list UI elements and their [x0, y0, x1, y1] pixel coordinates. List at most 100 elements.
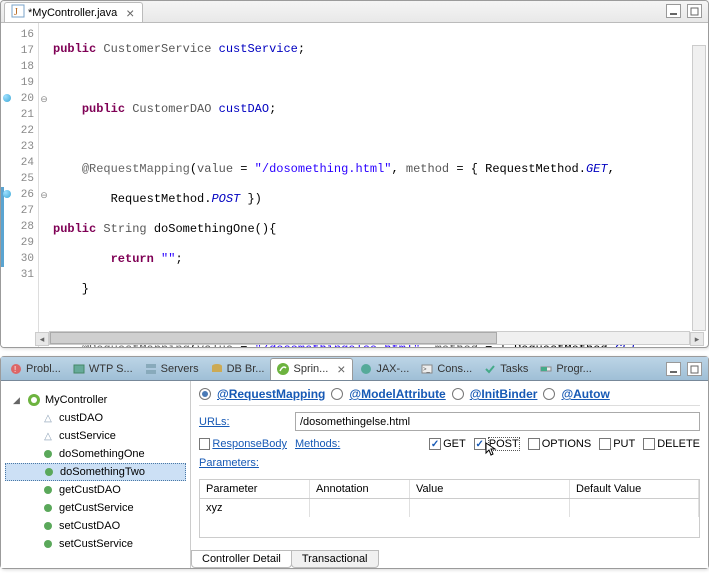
- radio-modelattribute[interactable]: [331, 388, 343, 400]
- tree-item-setcustdao[interactable]: setCustDAO: [5, 517, 186, 535]
- tree-root-label: MyController: [45, 394, 107, 406]
- spring-view-body: ◢ MyController △custDAO △custService doS…: [1, 381, 708, 568]
- jax-icon: [359, 362, 373, 376]
- database-icon: [210, 362, 224, 376]
- get-checkbox[interactable]: [429, 438, 441, 450]
- vertical-scrollbar[interactable]: [692, 45, 706, 331]
- java-file-icon: J: [11, 4, 25, 21]
- tree-item-getcustservice[interactable]: getCustService: [5, 499, 186, 517]
- line-number: 28: [1, 219, 38, 235]
- maximize-button[interactable]: [687, 4, 702, 18]
- options-checkbox[interactable]: [528, 438, 540, 450]
- subtab-transactional[interactable]: Transactional: [291, 550, 379, 568]
- tab-db-browser[interactable]: DB Br...: [205, 358, 270, 380]
- wtp-icon: [72, 362, 86, 376]
- link-autowired[interactable]: @Autow: [561, 387, 609, 401]
- method-icon: [41, 447, 55, 461]
- fold-handle[interactable]: ⊖: [39, 187, 49, 203]
- tree-item-getcustdao[interactable]: getCustDAO: [5, 481, 186, 499]
- line-number: 30: [1, 251, 38, 267]
- responsebody-label[interactable]: ResponseBody: [212, 438, 287, 450]
- radio-autowired[interactable]: [543, 388, 555, 400]
- horizontal-scrollbar[interactable]: ◂ ▸: [49, 331, 690, 345]
- maximize-button[interactable]: [687, 362, 702, 376]
- annotation-selector: @RequestMapping @ModelAttribute @InitBin…: [199, 387, 700, 406]
- detail-subtabs: Controller Detail Transactional: [191, 550, 378, 568]
- editor-tab-title: *MyController.java: [28, 7, 117, 19]
- method-icon: [42, 465, 56, 479]
- link-initbinder[interactable]: @InitBinder: [470, 387, 538, 401]
- link-modelattribute[interactable]: @ModelAttribute: [349, 387, 445, 401]
- controller-detail: @RequestMapping @ModelAttribute @InitBin…: [191, 381, 708, 568]
- expand-icon[interactable]: ◢: [13, 395, 23, 406]
- col-annotation[interactable]: Annotation: [310, 480, 410, 498]
- tab-console[interactable]: >_Cons...: [415, 358, 477, 380]
- progress-icon: [539, 362, 553, 376]
- tree-item-setcustservice[interactable]: setCustService: [5, 535, 186, 553]
- servers-icon: [144, 362, 158, 376]
- fold-handle[interactable]: ⊖: [39, 91, 49, 107]
- line-number: 20: [1, 91, 38, 107]
- panel-controls: [666, 362, 702, 376]
- responsebody-checkbox[interactable]: [199, 438, 210, 450]
- urls-input[interactable]: [295, 412, 700, 431]
- editor-tab[interactable]: J *MyController.java ×: [4, 2, 143, 22]
- methods-label[interactable]: Methods:: [295, 438, 340, 450]
- views-tab-bar: !Probl... WTP S... Servers DB Br... Spri…: [1, 357, 708, 381]
- fold-column: ⊖ ⊖: [39, 23, 49, 347]
- field-icon: △: [41, 411, 55, 425]
- col-default[interactable]: Default Value: [570, 480, 699, 498]
- put-checkbox[interactable]: [599, 438, 611, 450]
- line-number: 31: [1, 267, 38, 283]
- tree-item-custdao[interactable]: △custDAO: [5, 409, 186, 427]
- tab-problems[interactable]: !Probl...: [4, 358, 66, 380]
- table-row[interactable]: [200, 517, 699, 537]
- radio-initbinder[interactable]: [452, 388, 464, 400]
- editor-panel: J *MyController.java × 16 17 18 19 20 21…: [0, 0, 709, 348]
- method-icon: [41, 519, 55, 533]
- tab-servers[interactable]: Servers: [139, 358, 204, 380]
- tab-jax[interactable]: JAX-...: [354, 358, 414, 380]
- line-number: 23: [1, 139, 38, 155]
- tab-wtp[interactable]: WTP S...: [67, 358, 138, 380]
- delete-checkbox[interactable]: [643, 438, 655, 450]
- field-icon: △: [41, 429, 55, 443]
- line-number: 19: [1, 75, 38, 91]
- scroll-left-icon[interactable]: ◂: [35, 332, 49, 346]
- spring-icon: [276, 362, 290, 376]
- close-icon[interactable]: ×: [335, 363, 347, 375]
- tab-tasks[interactable]: Tasks: [478, 358, 533, 380]
- table-row[interactable]: xyz: [200, 499, 699, 517]
- editor-body: 16 17 18 19 20 21 22 23 24 25 26 27 28 2…: [1, 23, 708, 347]
- tab-progress[interactable]: Progr...: [534, 358, 596, 380]
- tree-root[interactable]: ◢ MyController: [5, 391, 186, 409]
- tree-item-dosomethingone[interactable]: doSomethingOne: [5, 445, 186, 463]
- scroll-thumb[interactable]: [50, 332, 497, 344]
- parameters-label[interactable]: Parameters:: [199, 457, 287, 469]
- link-requestmapping[interactable]: @RequestMapping: [217, 387, 325, 401]
- urls-label[interactable]: URLs:: [199, 416, 287, 428]
- radio-requestmapping[interactable]: [199, 388, 211, 400]
- tree-item-custservice[interactable]: △custService: [5, 427, 186, 445]
- console-icon: >_: [420, 362, 434, 376]
- close-icon[interactable]: ×: [124, 7, 136, 19]
- minimize-button[interactable]: [666, 4, 681, 18]
- method-icon: [41, 501, 55, 515]
- col-parameter[interactable]: Parameter: [200, 480, 310, 498]
- line-number: 22: [1, 123, 38, 139]
- tree-item-dosomethingtwo[interactable]: doSomethingTwo: [5, 463, 186, 481]
- line-number: 18: [1, 59, 38, 75]
- bottom-panel: !Probl... WTP S... Servers DB Br... Spri…: [0, 356, 709, 569]
- col-value[interactable]: Value: [410, 480, 570, 498]
- line-gutter: 16 17 18 19 20 21 22 23 24 25 26 27 28 2…: [1, 23, 39, 347]
- minimize-button[interactable]: [666, 362, 681, 376]
- scroll-right-icon[interactable]: ▸: [690, 332, 704, 346]
- window-controls: [666, 4, 702, 18]
- line-number: 16: [1, 27, 38, 43]
- line-number: 17: [1, 43, 38, 59]
- tab-spring[interactable]: Sprin...×: [270, 358, 353, 380]
- line-number: 24: [1, 155, 38, 171]
- code-area[interactable]: public CustomerService custService; publ…: [49, 23, 708, 347]
- subtab-controller-detail[interactable]: Controller Detail: [191, 550, 292, 568]
- line-number: 26: [1, 187, 38, 203]
